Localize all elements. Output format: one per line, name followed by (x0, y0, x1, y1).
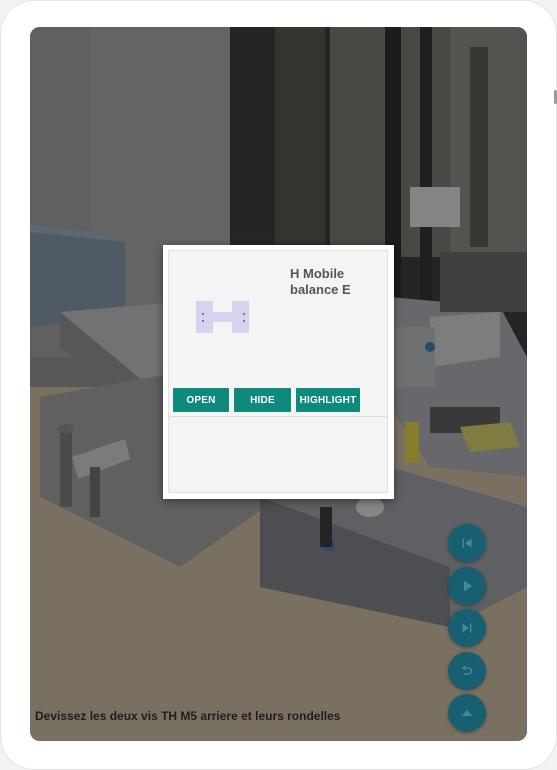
hide-button[interactable]: HIDE (234, 388, 291, 412)
play-button[interactable] (448, 567, 486, 605)
play-icon (464, 580, 473, 592)
undo-icon (461, 665, 473, 675)
expand-panel-button[interactable] (448, 694, 486, 732)
highlight-button[interactable]: HIGHLIGHT (296, 388, 360, 412)
instruction-text: Devissez les deux vis TH M5 arriere et l… (35, 709, 341, 723)
open-button[interactable]: OPEN (173, 388, 229, 412)
part-info-card: H Mobile balance E OPEN HIDE HIGHLIGHT (168, 250, 388, 493)
part-thumbnail (196, 301, 249, 333)
skip-previous-icon (462, 538, 472, 548)
chevron-up-icon (461, 710, 473, 716)
previous-step-button[interactable] (448, 524, 486, 562)
part-info-dialog: H Mobile balance E OPEN HIDE HIGHLIGHT (163, 245, 394, 499)
next-step-button[interactable] (448, 609, 486, 647)
tablet-frame: Devissez les deux vis TH M5 arriere et l… (0, 0, 557, 770)
undo-button[interactable] (448, 652, 486, 690)
skip-next-icon (462, 623, 472, 633)
dialog-divider (169, 416, 387, 417)
part-title: H Mobile balance E (290, 266, 351, 297)
